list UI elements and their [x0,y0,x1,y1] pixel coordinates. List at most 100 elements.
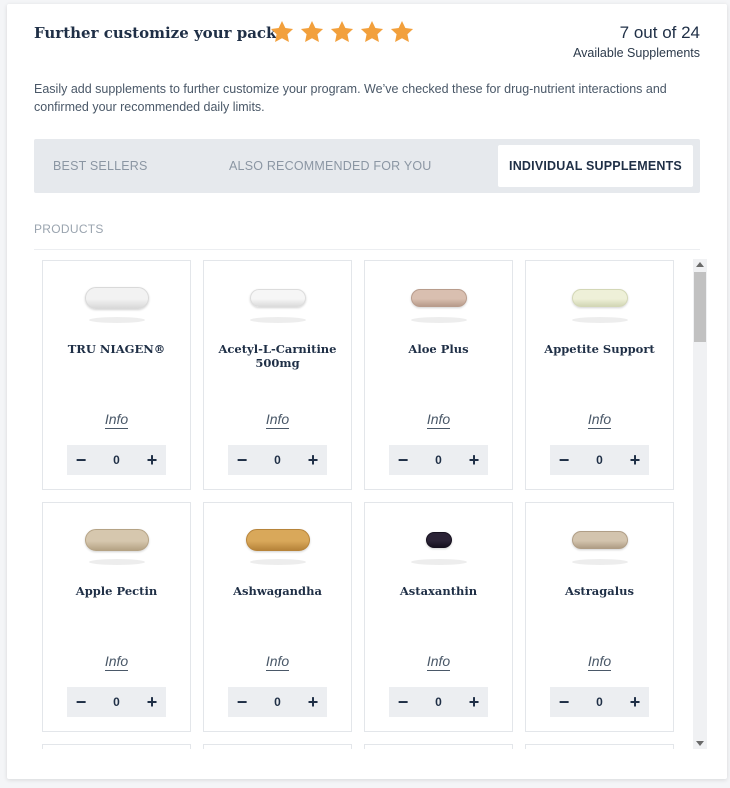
pill-shadow [249,559,306,565]
quantity-stepper: − 0 + [550,445,649,475]
scrollbar[interactable] [693,259,707,749]
count-main: 7 out of 24 [619,23,700,42]
pill-shadow [249,317,306,323]
count-label: Available Supplements [573,46,700,60]
pill-icon [425,532,452,548]
info-link-label[interactable]: Info [426,411,451,429]
tab-also-recommended[interactable]: ALSO RECOMMENDED FOR YOU [229,139,432,193]
pill-shadow [571,317,628,323]
product-image [526,285,673,325]
info-link[interactable]: Info [43,411,190,429]
star-icon [329,19,355,45]
pill-shadow [410,317,467,323]
info-link[interactable]: Info [204,653,351,671]
info-link-label[interactable]: Info [587,653,612,671]
scroll-down-arrow-icon[interactable] [696,741,704,746]
pill-icon [571,531,628,549]
quantity-value: 0 [113,695,120,709]
quantity-stepper: − 0 + [67,687,166,717]
product-image [365,285,512,325]
info-link-label[interactable]: Info [426,653,451,671]
product-card: Aloe Plus Info − 0 + [364,260,513,490]
pill-shadow [88,317,145,323]
customize-pack-panel: Further customize your pack 7 out of 24 … [7,4,727,779]
tab-bar: BEST SELLERS ALSO RECOMMENDED FOR YOU IN… [34,139,700,193]
product-image [365,527,512,567]
info-link-label[interactable]: Info [265,411,290,429]
scroll-up-arrow-icon[interactable] [696,262,704,267]
quantity-value: 0 [596,695,603,709]
info-link-label[interactable]: Info [104,653,129,671]
product-card [42,744,191,749]
pill-icon [245,529,310,551]
decrease-quantity-button[interactable]: − [234,445,250,475]
product-card: Astaxanthin Info − 0 + [364,502,513,732]
product-name: Astaxanthin [399,584,478,598]
product-card: Appetite Support Info − 0 + [525,260,674,490]
decrease-quantity-button[interactable]: − [556,687,572,717]
rating-stars [269,19,415,45]
product-image [204,285,351,325]
info-link[interactable]: Info [204,411,351,429]
quantity-value: 0 [274,695,281,709]
info-link-label[interactable]: Info [104,411,129,429]
product-card: Astragalus Info − 0 + [525,502,674,732]
product-image [204,527,351,567]
quantity-stepper: − 0 + [228,445,327,475]
pill-shadow [571,559,628,565]
increase-quantity-button[interactable]: + [466,687,482,717]
pill-icon [249,289,306,307]
star-icon [389,19,415,45]
star-icon [269,19,295,45]
product-card: Ashwagandha Info − 0 + [203,502,352,732]
product-image [43,527,190,567]
product-name: Ashwagandha [233,584,322,598]
intro-text: Easily add supplements to further custom… [34,82,667,114]
increase-quantity-button[interactable]: + [627,445,643,475]
increase-quantity-button[interactable]: + [466,445,482,475]
increase-quantity-button[interactable]: + [305,445,321,475]
product-name: Astragalus [565,584,634,598]
product-card: TRU NIAGEN® Info − 0 + [42,260,191,490]
increase-quantity-button[interactable]: + [144,687,160,717]
info-link-label[interactable]: Info [265,653,290,671]
info-link[interactable]: Info [43,653,190,671]
info-link[interactable]: Info [526,653,673,671]
info-link[interactable]: Info [365,411,512,429]
pill-icon [84,529,149,551]
decrease-quantity-button[interactable]: − [234,687,250,717]
increase-quantity-button[interactable]: + [144,445,160,475]
tab-best-sellers[interactable]: BEST SELLERS [53,139,148,193]
quantity-value: 0 [596,453,603,467]
products-heading: PRODUCTS [34,222,104,236]
decrease-quantity-button[interactable]: − [73,445,89,475]
quantity-value: 0 [435,453,442,467]
product-image [526,527,673,567]
pill-icon [571,289,628,307]
info-link[interactable]: Info [365,653,512,671]
quantity-stepper: − 0 + [67,445,166,475]
pill-icon [84,287,149,309]
section-title: Further customize your pack [34,24,277,42]
increase-quantity-button[interactable]: + [627,687,643,717]
product-card: Acetyl-L-Carnitine 500mg Info − 0 + [203,260,352,490]
product-name: TRU NIAGEN® [67,342,166,356]
quantity-value: 0 [274,453,281,467]
decrease-quantity-button[interactable]: − [395,687,411,717]
product-name: Apple Pectin [75,584,158,598]
decrease-quantity-button[interactable]: − [395,445,411,475]
product-card: Apple Pectin Info − 0 + [42,502,191,732]
increase-quantity-button[interactable]: + [305,687,321,717]
tab-individual-supplements[interactable]: INDIVIDUAL SUPPLEMENTS [498,145,693,187]
decrease-quantity-button[interactable]: − [556,445,572,475]
info-link-label[interactable]: Info [587,411,612,429]
decrease-quantity-button[interactable]: − [73,687,89,717]
product-card [203,744,352,749]
pill-icon [410,289,467,307]
info-link[interactable]: Info [526,411,673,429]
product-name: Acetyl-L-Carnitine 500mg [218,342,337,370]
quantity-value: 0 [113,453,120,467]
quantity-stepper: − 0 + [389,445,488,475]
scroll-thumb[interactable] [694,272,706,342]
quantity-value: 0 [435,695,442,709]
